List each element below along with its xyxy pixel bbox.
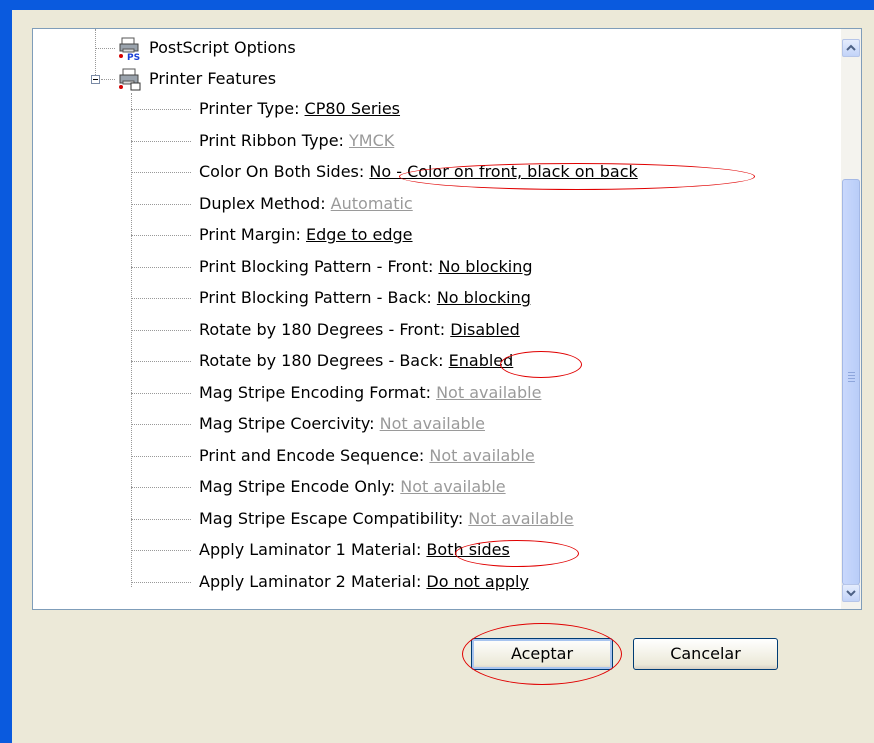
window-title-bar-edge — [0, 0, 874, 10]
feature-label: Print Margin: — [199, 225, 307, 244]
scroll-up-arrow-icon[interactable] — [842, 39, 860, 57]
tree-connector — [131, 109, 191, 110]
feature-value[interactable]: Edge to edge — [306, 225, 413, 244]
feature-item[interactable]: Mag Stripe Encode Only: Not available — [199, 472, 506, 502]
feature-item[interactable]: Apply Laminator 2 Material: Do not apply — [199, 567, 529, 597]
window-left-border — [0, 0, 12, 743]
tree-connector — [131, 140, 191, 142]
printer-icon — [118, 66, 144, 92]
feature-value[interactable]: YMCK — [349, 131, 394, 150]
tree-connector — [131, 172, 191, 173]
feature-value[interactable]: Do not apply — [426, 572, 529, 591]
feature-label: Mag Stripe Encode Only: — [199, 477, 401, 496]
tree-connector — [95, 29, 96, 79]
feature-item[interactable]: Print Blocking Pattern - Back: No blocki… — [199, 283, 531, 313]
feature-label: Printer Type: — [199, 99, 305, 118]
feature-label: Apply Laminator 2 Material: — [199, 571, 427, 591]
feature-value[interactable]: Disabled — [450, 320, 520, 339]
cancel-button[interactable]: Cancelar — [633, 638, 778, 670]
feature-value[interactable]: Both sides — [426, 540, 509, 559]
feature-item[interactable]: Apply Laminator 1 Material: Both sides — [199, 535, 510, 565]
feature-label: Duplex Method: — [199, 193, 331, 213]
tree-connector — [131, 266, 191, 268]
tree-connector — [131, 361, 191, 362]
feature-value[interactable]: No blocking — [437, 288, 531, 307]
tree-connector — [131, 455, 191, 457]
tree-connector — [131, 298, 191, 299]
feature-value[interactable]: Enabled — [449, 351, 514, 370]
feature-item[interactable]: Mag Stripe Escape Compatibility: Not ava… — [199, 504, 574, 534]
feature-label: Print and Encode Sequence: — [199, 445, 430, 465]
feature-label: Print Blocking Pattern - Front: — [199, 256, 439, 276]
tree-connector — [131, 93, 132, 587]
feature-item[interactable]: Rotate by 180 Degrees - Back: Enabled — [199, 346, 513, 376]
feature-label: Mag Stripe Coercivity: — [199, 414, 380, 433]
svg-text:PS: PS — [127, 53, 140, 61]
printer-postscript-icon: PS — [118, 35, 144, 63]
tree-connector — [131, 235, 191, 236]
feature-label: Print Ribbon Type: — [199, 130, 350, 150]
collapse-minus-icon[interactable] — [91, 75, 100, 84]
feature-value[interactable]: Not available — [429, 446, 534, 465]
feature-label: Rotate by 180 Degrees - Back: — [199, 351, 449, 370]
feature-item[interactable]: Rotate by 180 Degrees - Front: Disabled — [199, 315, 520, 345]
tree-item-postscript-options[interactable]: PostScript Options — [149, 33, 296, 63]
feature-label: Mag Stripe Encoding Format: — [199, 382, 437, 402]
feature-label: Rotate by 180 Degrees - Front: — [199, 319, 451, 339]
tree-connector — [131, 581, 191, 583]
feature-value[interactable]: Not available — [468, 509, 573, 528]
feature-item[interactable]: Duplex Method: Automatic — [199, 189, 413, 219]
feature-value[interactable]: CP80 Series — [305, 99, 400, 118]
feature-item[interactable]: Printer Type: CP80 Series — [199, 94, 400, 124]
tree-connector — [131, 487, 191, 488]
feature-item[interactable]: Print Blocking Pattern - Front: No block… — [199, 252, 533, 282]
tree-connector — [95, 48, 115, 49]
feature-value[interactable]: Not available — [436, 383, 541, 402]
feature-item[interactable]: Mag Stripe Coercivity: Not available — [199, 409, 485, 439]
tree-connector — [131, 550, 191, 551]
tree-item-label: Printer Features — [149, 69, 277, 88]
feature-item[interactable]: Mag Stripe Encoding Format: Not availabl… — [199, 378, 541, 408]
tree-connector — [131, 203, 191, 205]
feature-value[interactable]: Automatic — [331, 194, 413, 213]
feature-value[interactable]: No - Color on front, black on back — [369, 162, 637, 181]
scroll-thumb[interactable] — [842, 179, 860, 585]
feature-item[interactable]: Print and Encode Sequence: Not available — [199, 441, 535, 471]
feature-value[interactable]: No blocking — [438, 257, 532, 276]
feature-label: Mag Stripe Escape Compatibility: — [199, 508, 469, 528]
feature-item[interactable]: Print Margin: Edge to edge — [199, 220, 413, 250]
feature-value[interactable]: Not available — [400, 477, 505, 496]
tree-connector — [131, 392, 191, 394]
tree-connector — [101, 79, 115, 80]
tree-item-printer-features[interactable]: Printer Features — [149, 64, 276, 94]
tree-connector — [131, 424, 191, 425]
feature-label: Print Blocking Pattern - Back: — [199, 288, 437, 307]
printer-features-tree[interactable]: PS PostScript Options Printer Features P… — [32, 28, 862, 610]
ok-button[interactable]: Aceptar — [471, 638, 613, 670]
feature-value[interactable]: Not available — [380, 414, 485, 433]
scroll-down-arrow-icon[interactable] — [842, 584, 860, 602]
scroll-grip-icon — [848, 372, 855, 384]
feature-item[interactable]: Color On Both Sides: No - Color on front… — [199, 157, 638, 187]
feature-item[interactable]: Print Ribbon Type: YMCK — [199, 126, 394, 156]
tree-item-label: PostScript Options — [149, 38, 296, 57]
feature-label: Color On Both Sides: — [199, 162, 370, 181]
tree-scrollbar[interactable] — [841, 29, 861, 609]
tree-connector — [131, 518, 191, 520]
tree-connector — [131, 329, 191, 331]
feature-label: Apply Laminator 1 Material: — [199, 540, 427, 559]
